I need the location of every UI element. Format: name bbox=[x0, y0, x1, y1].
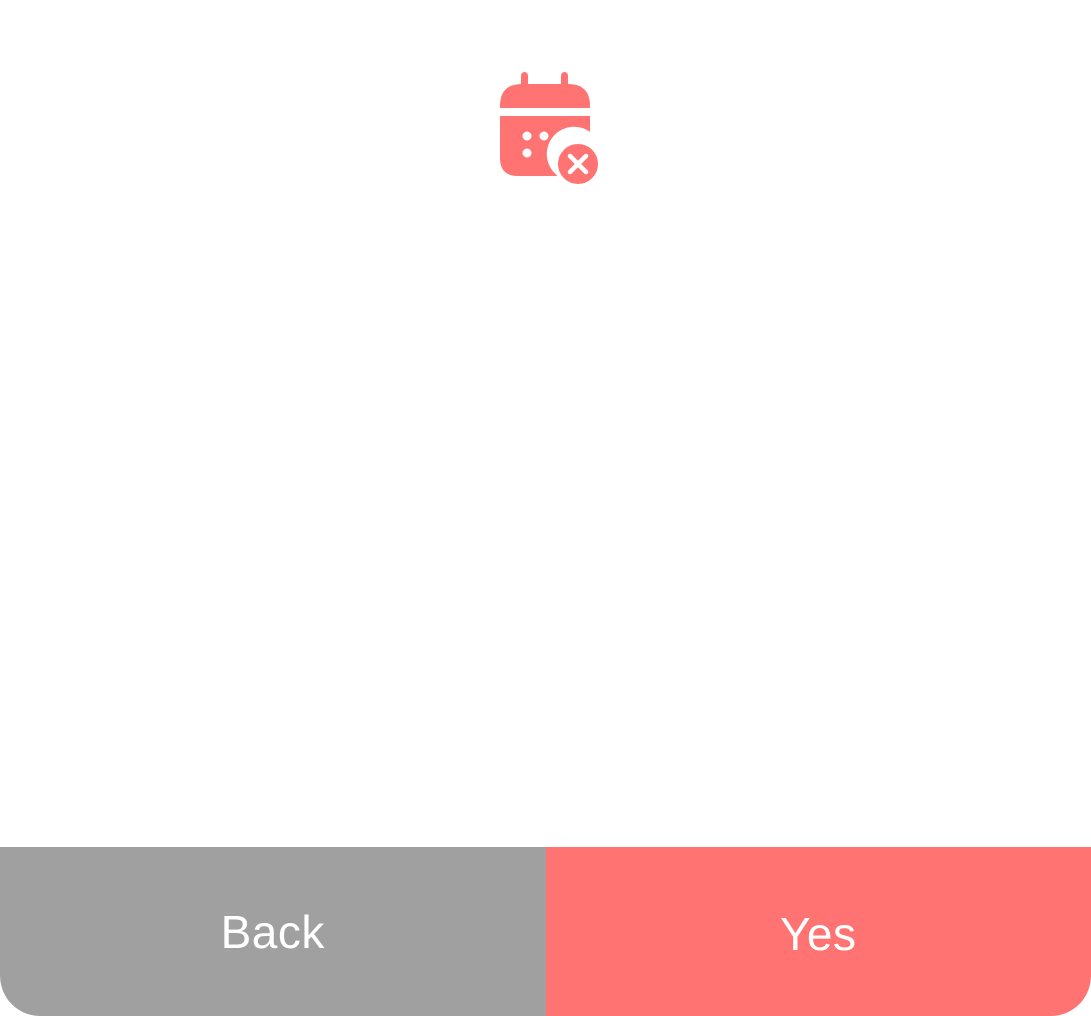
calendar-cancel-icon bbox=[496, 70, 606, 186]
cancel-confirmation-dialog: Back Yes bbox=[0, 0, 1091, 1016]
yes-button[interactable]: Yes bbox=[545, 847, 1091, 1016]
back-button[interactable]: Back bbox=[0, 847, 546, 1016]
dialog-body bbox=[0, 200, 1091, 840]
dialog-actions: Back Yes bbox=[0, 847, 1091, 1016]
